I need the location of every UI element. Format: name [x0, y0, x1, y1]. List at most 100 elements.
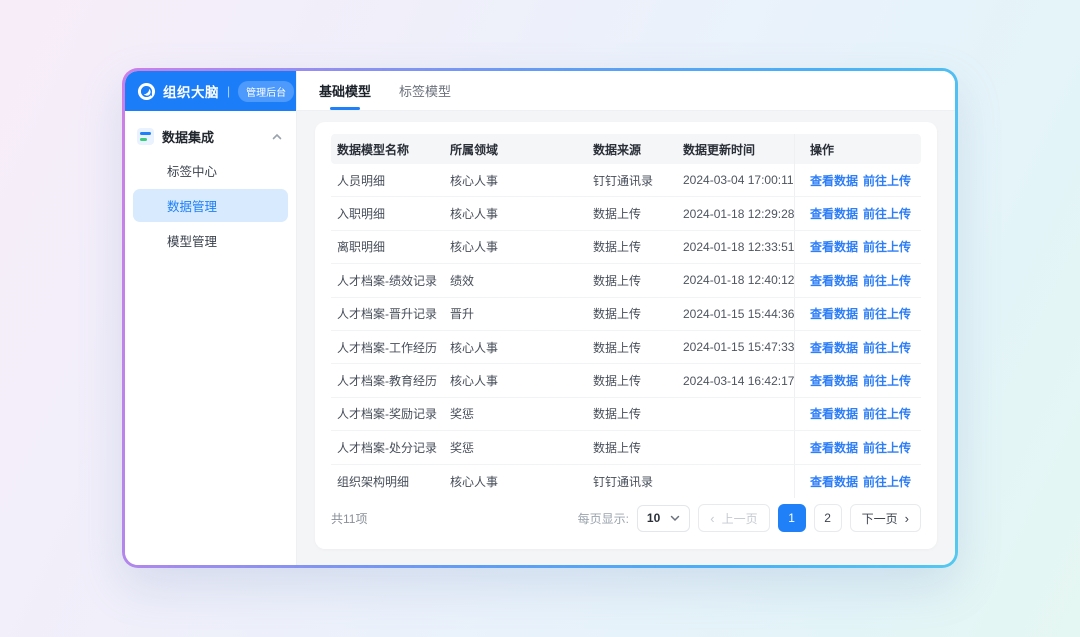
cell-model-name: 人才档案-晋升记录	[337, 307, 437, 322]
cell-updated: 2024-01-15 15:47:33	[683, 340, 794, 355]
view-data-link[interactable]: 查看数据	[810, 172, 858, 189]
sidebar-group-data-integration[interactable]: 数据集成	[133, 121, 288, 152]
sidebar-item-data-management[interactable]: 数据管理	[133, 189, 288, 222]
cell-actions: 查看数据 前往上传	[794, 297, 921, 330]
cell-source: 数据上传	[593, 307, 642, 322]
brand-bar: 组织大脑 | 管理后台	[125, 71, 296, 111]
cell-updated: 2024-03-04 17:00:11	[683, 173, 794, 188]
cell-domain: 核心人事	[450, 173, 499, 188]
prev-page-button[interactable]: ‹ 上一页	[698, 504, 770, 532]
table-row: 入职明细 核心人事 数据上传 2024-01-18 12:29:28 查看数据 前往上传	[331, 197, 921, 231]
go-upload-link[interactable]: 前往上传	[863, 372, 911, 389]
col-model-name: 数据模型名称	[337, 142, 410, 157]
per-page-select[interactable]: 10	[636, 504, 691, 532]
chevron-left-icon: ‹	[710, 510, 715, 526]
per-page-value: 10	[646, 511, 661, 525]
cell-actions: 查看数据 前往上传	[794, 464, 921, 498]
cell-updated: 2024-01-18 12:29:28	[683, 206, 794, 221]
per-page-label: 每页显示:	[577, 511, 629, 526]
cell-model-name: 人才档案-奖励记录	[337, 407, 437, 422]
cell-updated: 2024-01-18 12:33:51	[683, 239, 794, 254]
go-upload-link[interactable]: 前往上传	[863, 238, 911, 255]
cell-actions: 查看数据 前往上传	[794, 264, 921, 297]
page-button-2[interactable]: 2	[813, 504, 842, 532]
cell-source: 数据上传	[593, 340, 642, 355]
table-footer: 共11项 每页显示: 10 ‹ 上一页 1 2 下一页 ›	[331, 501, 921, 535]
col-actions: 操作	[794, 134, 921, 164]
pagination: 每页显示: 10 ‹ 上一页 1 2 下一页 ›	[578, 504, 921, 532]
cell-source: 数据上传	[593, 273, 642, 288]
cell-source: 钉钉通讯录	[593, 474, 654, 489]
tab-basic-model[interactable]: 基础模型	[319, 71, 371, 110]
table-row: 人才档案-绩效记录 绩效 数据上传 2024-01-18 12:40:12 查看数据 前往…	[331, 264, 921, 298]
go-upload-link[interactable]: 前往上传	[863, 439, 911, 456]
cell-domain: 核心人事	[450, 207, 499, 222]
go-upload-link[interactable]: 前往上传	[863, 205, 911, 222]
go-upload-link[interactable]: 前往上传	[863, 473, 911, 490]
go-upload-link[interactable]: 前往上传	[863, 172, 911, 189]
cell-actions: 查看数据 前往上传	[794, 397, 921, 431]
sidebar-item-tag-center[interactable]: 标签中心	[133, 154, 288, 187]
col-domain: 所属领域	[450, 142, 499, 157]
table-row: 人才档案-工作经历 核心人事 数据上传 2024-01-15 15:47:33 查看数据…	[331, 330, 921, 365]
table-row: 组织架构明细 核心人事 钉钉通讯录 查看数据 前往上传	[331, 464, 921, 498]
sidebar-nav: 数据集成 标签中心 数据管理 模型管理	[125, 111, 296, 269]
data-integration-icon	[137, 128, 154, 145]
cell-domain: 核心人事	[450, 340, 499, 355]
cell-source: 数据上传	[593, 440, 642, 455]
go-upload-link[interactable]: 前往上传	[863, 339, 911, 356]
app-window: 组织大脑 | 管理后台 数据集成 标签中心 数据管理 模型管理 基础模型 标签模…	[122, 68, 958, 568]
brand-logo-icon	[137, 82, 156, 100]
cell-model-name: 组织架构明细	[337, 474, 410, 489]
cell-domain: 晋升	[450, 307, 475, 322]
cell-source: 数据上传	[593, 240, 642, 255]
view-data-link[interactable]: 查看数据	[810, 272, 858, 289]
content-area: 数据模型名称 所属领域 数据来源 数据更新时间 操作 人员明细 核心人事 钉钉通讯录…	[297, 111, 955, 565]
cell-updated: 2024-01-15 15:44:36	[683, 306, 794, 321]
chevron-down-icon	[671, 515, 680, 522]
next-page-button[interactable]: 下一页 ›	[849, 504, 921, 532]
col-updated: 数据更新时间	[683, 142, 756, 157]
cell-model-name: 人才档案-绩效记录	[337, 273, 437, 288]
table-card: 数据模型名称 所属领域 数据来源 数据更新时间 操作 人员明细 核心人事 钉钉通讯录…	[315, 122, 937, 549]
brand-separator: |	[227, 84, 231, 98]
view-data-link[interactable]: 查看数据	[810, 405, 858, 422]
col-source: 数据来源	[593, 142, 642, 157]
brand-name: 组织大脑	[163, 85, 219, 100]
cell-domain: 奖惩	[450, 440, 475, 455]
cell-source: 钉钉通讯录	[593, 173, 654, 188]
tab-tag-model[interactable]: 标签模型	[399, 71, 451, 110]
go-upload-link[interactable]: 前往上传	[863, 305, 911, 322]
view-data-link[interactable]: 查看数据	[810, 305, 858, 322]
cell-source: 数据上传	[593, 374, 642, 389]
view-data-link[interactable]: 查看数据	[810, 439, 858, 456]
sidebar-item-model-management[interactable]: 模型管理	[133, 224, 288, 257]
cell-model-name: 入职明细	[337, 207, 386, 222]
cell-actions: 查看数据 前往上传	[794, 197, 921, 230]
view-data-link[interactable]: 查看数据	[810, 339, 858, 356]
cell-updated: 2024-03-14 16:42:17	[683, 373, 794, 388]
brand-badge: 管理后台	[238, 80, 295, 102]
go-upload-link[interactable]: 前往上传	[863, 272, 911, 289]
view-data-link[interactable]: 查看数据	[810, 372, 858, 389]
tab-bar: 基础模型 标签模型	[297, 71, 955, 111]
go-upload-link[interactable]: 前往上传	[863, 405, 911, 422]
chevron-up-icon	[272, 133, 282, 139]
cell-model-name: 人才档案-处分记录	[337, 440, 437, 455]
cell-model-name: 人员明细	[337, 173, 386, 188]
cell-actions: 查看数据 前往上传	[794, 431, 921, 464]
view-data-link[interactable]: 查看数据	[810, 205, 858, 222]
chevron-right-icon: ›	[904, 510, 909, 526]
next-page-label: 下一页	[861, 511, 898, 526]
cell-domain: 核心人事	[450, 240, 499, 255]
table-row: 离职明细 核心人事 数据上传 2024-01-18 12:33:51 查看数据 前往上传	[331, 230, 921, 265]
total-count: 共11项	[331, 511, 368, 526]
page-button-1[interactable]: 1	[777, 504, 806, 532]
sidebar: 组织大脑 | 管理后台 数据集成 标签中心 数据管理 模型管理	[125, 71, 297, 565]
view-data-link[interactable]: 查看数据	[810, 238, 858, 255]
cell-domain: 奖惩	[450, 407, 475, 422]
cell-domain: 核心人事	[450, 374, 499, 389]
table-row: 人才档案-晋升记录 晋升 数据上传 2024-01-15 15:44:36 查看数据 前往…	[331, 297, 921, 331]
view-data-link[interactable]: 查看数据	[810, 473, 858, 490]
cell-actions: 查看数据 前往上传	[794, 230, 921, 264]
